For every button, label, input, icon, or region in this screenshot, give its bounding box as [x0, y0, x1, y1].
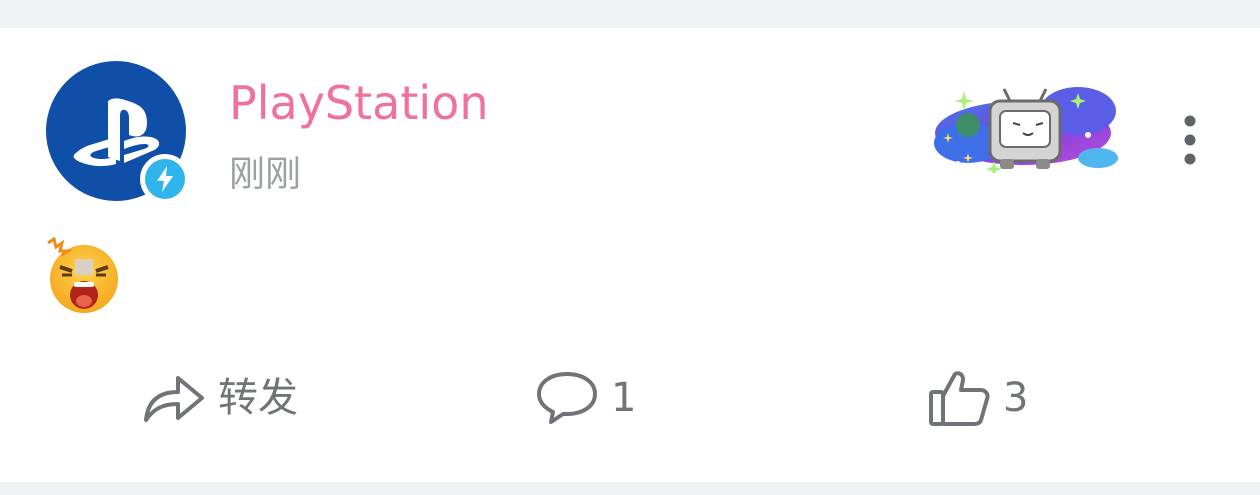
more-options-button[interactable] [1170, 110, 1210, 170]
post-time: 刚刚 [229, 154, 302, 195]
verified-badge [140, 154, 190, 204]
author-name[interactable]: PlayStation [229, 76, 488, 130]
card-decoration-image [934, 87, 1118, 173]
comment-button[interactable]: 1 [535, 368, 636, 428]
like-count: 3 [1003, 375, 1029, 421]
speech-bubble-icon [537, 372, 597, 424]
post-card: PlayStation 刚刚 转发 1 3 [0, 28, 1260, 482]
thumbs-up-icon [929, 371, 990, 426]
forward-button[interactable]: 转发 [142, 368, 298, 428]
share-arrow-icon [144, 376, 204, 422]
forward-label: 转发 [218, 375, 298, 421]
comment-count: 1 [611, 375, 637, 421]
like-button[interactable]: 3 [927, 368, 1028, 428]
more-vertical-icon [1184, 115, 1196, 165]
shocked-face-emoji [47, 237, 118, 313]
lightning-icon [157, 166, 173, 192]
